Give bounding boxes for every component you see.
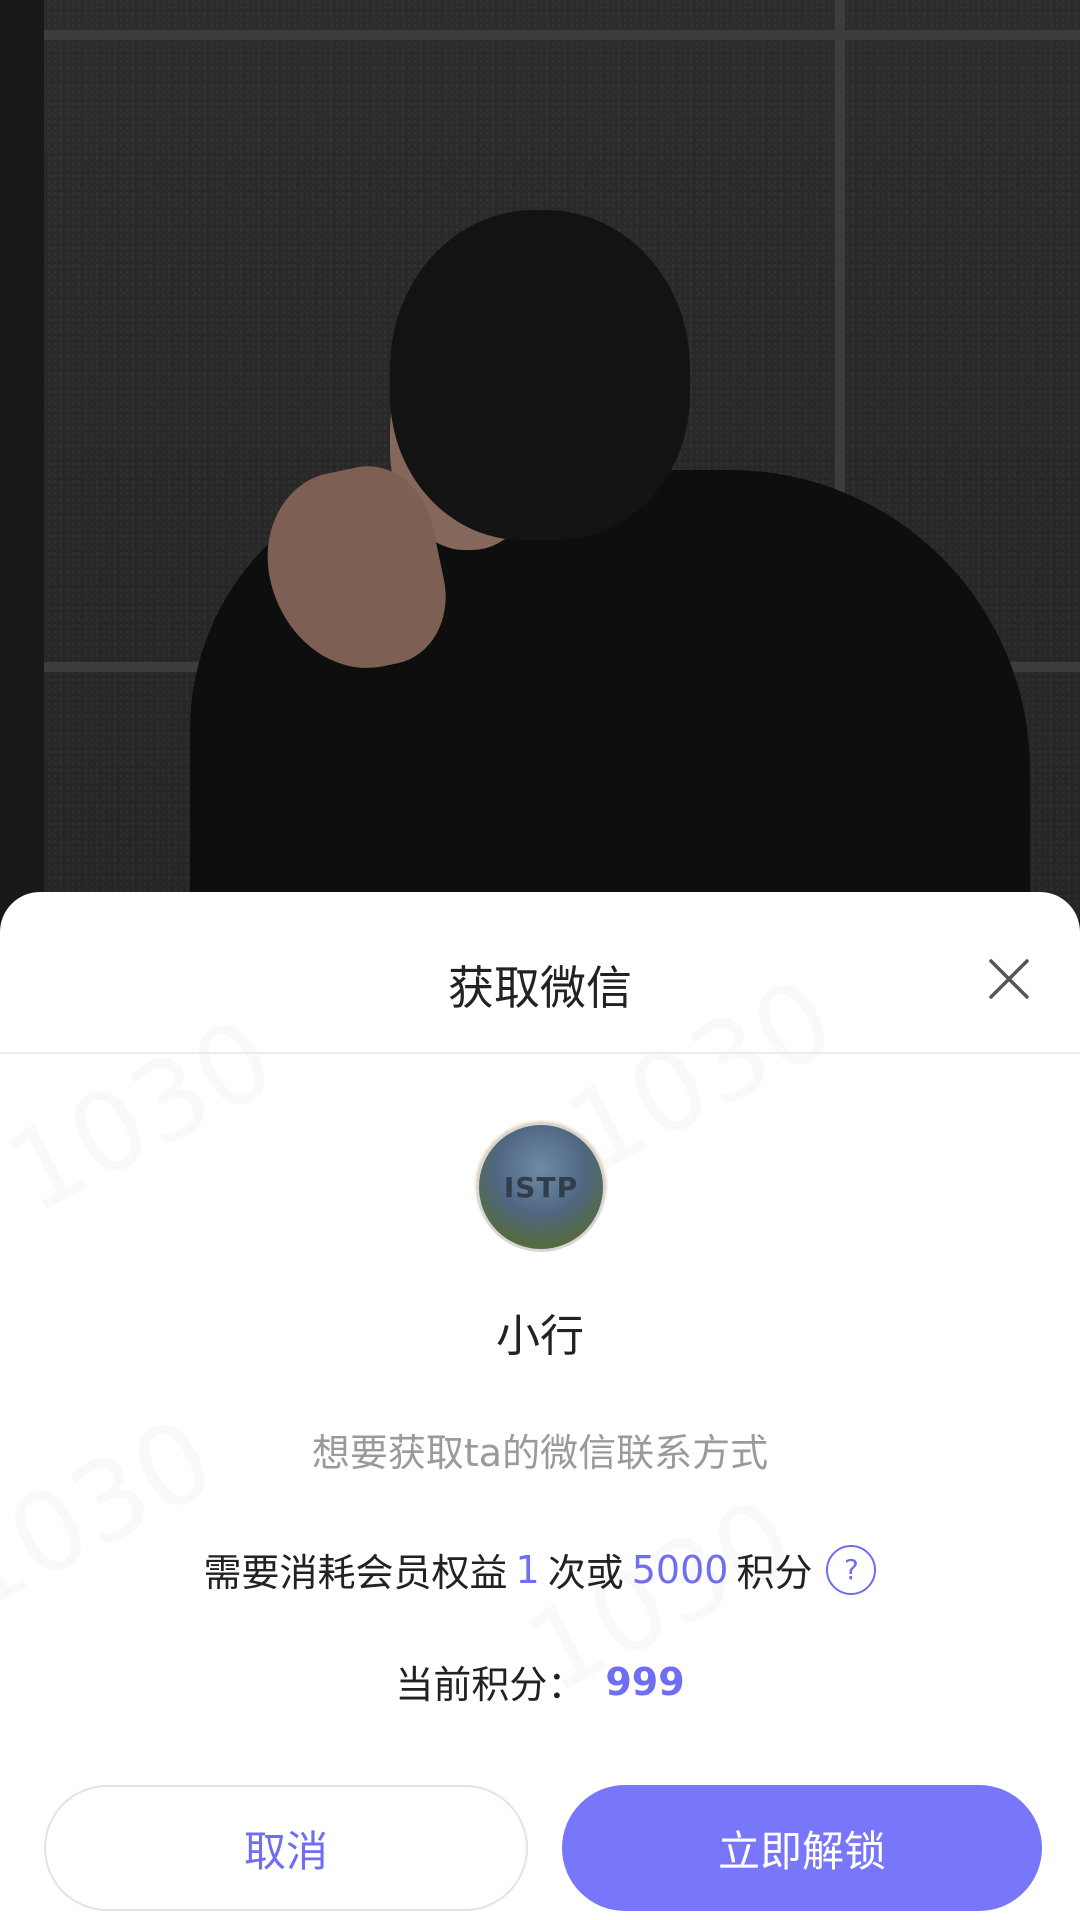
cost-mid: 次或 xyxy=(547,1551,624,1595)
avatar-mbti-label: ISTP xyxy=(503,1170,579,1204)
sheet-title: 获取微信 xyxy=(448,961,632,1015)
cost-suffix: 积分 xyxy=(736,1551,813,1595)
current-points: 当前积分： 999 xyxy=(0,1654,1080,1709)
close-icon xyxy=(989,959,1029,999)
cancel-button[interactable]: 取消 xyxy=(44,1785,528,1911)
avatar[interactable]: ISTP xyxy=(476,1122,606,1252)
description-text: 想要获取ta的微信联系方式 xyxy=(311,1431,769,1475)
unlock-now-button[interactable]: 立即解锁 xyxy=(562,1785,1042,1911)
unlock-wechat-sheet: 1030 1030 1030 1030 获取微信 ISTP 小行 想要获取ta的… xyxy=(0,892,1080,1920)
sheet-header: 获取微信 xyxy=(0,892,1080,1054)
cost-prefix: 需要消耗会员权益 xyxy=(203,1551,508,1595)
cost-times: 1 xyxy=(515,1547,540,1592)
help-icon[interactable]: ? xyxy=(826,1544,877,1595)
current-points-label: 当前积分： xyxy=(395,1663,586,1707)
cost-info: 需要消耗会员权益 1 次或 5000 积分 ? xyxy=(0,1542,1080,1597)
user-name: 小行 xyxy=(496,1311,584,1362)
avatar-glow: ISTP xyxy=(474,1120,608,1254)
current-points-value: 999 xyxy=(605,1659,685,1704)
close-button[interactable] xyxy=(974,944,1044,1014)
cost-points: 5000 xyxy=(631,1547,729,1592)
